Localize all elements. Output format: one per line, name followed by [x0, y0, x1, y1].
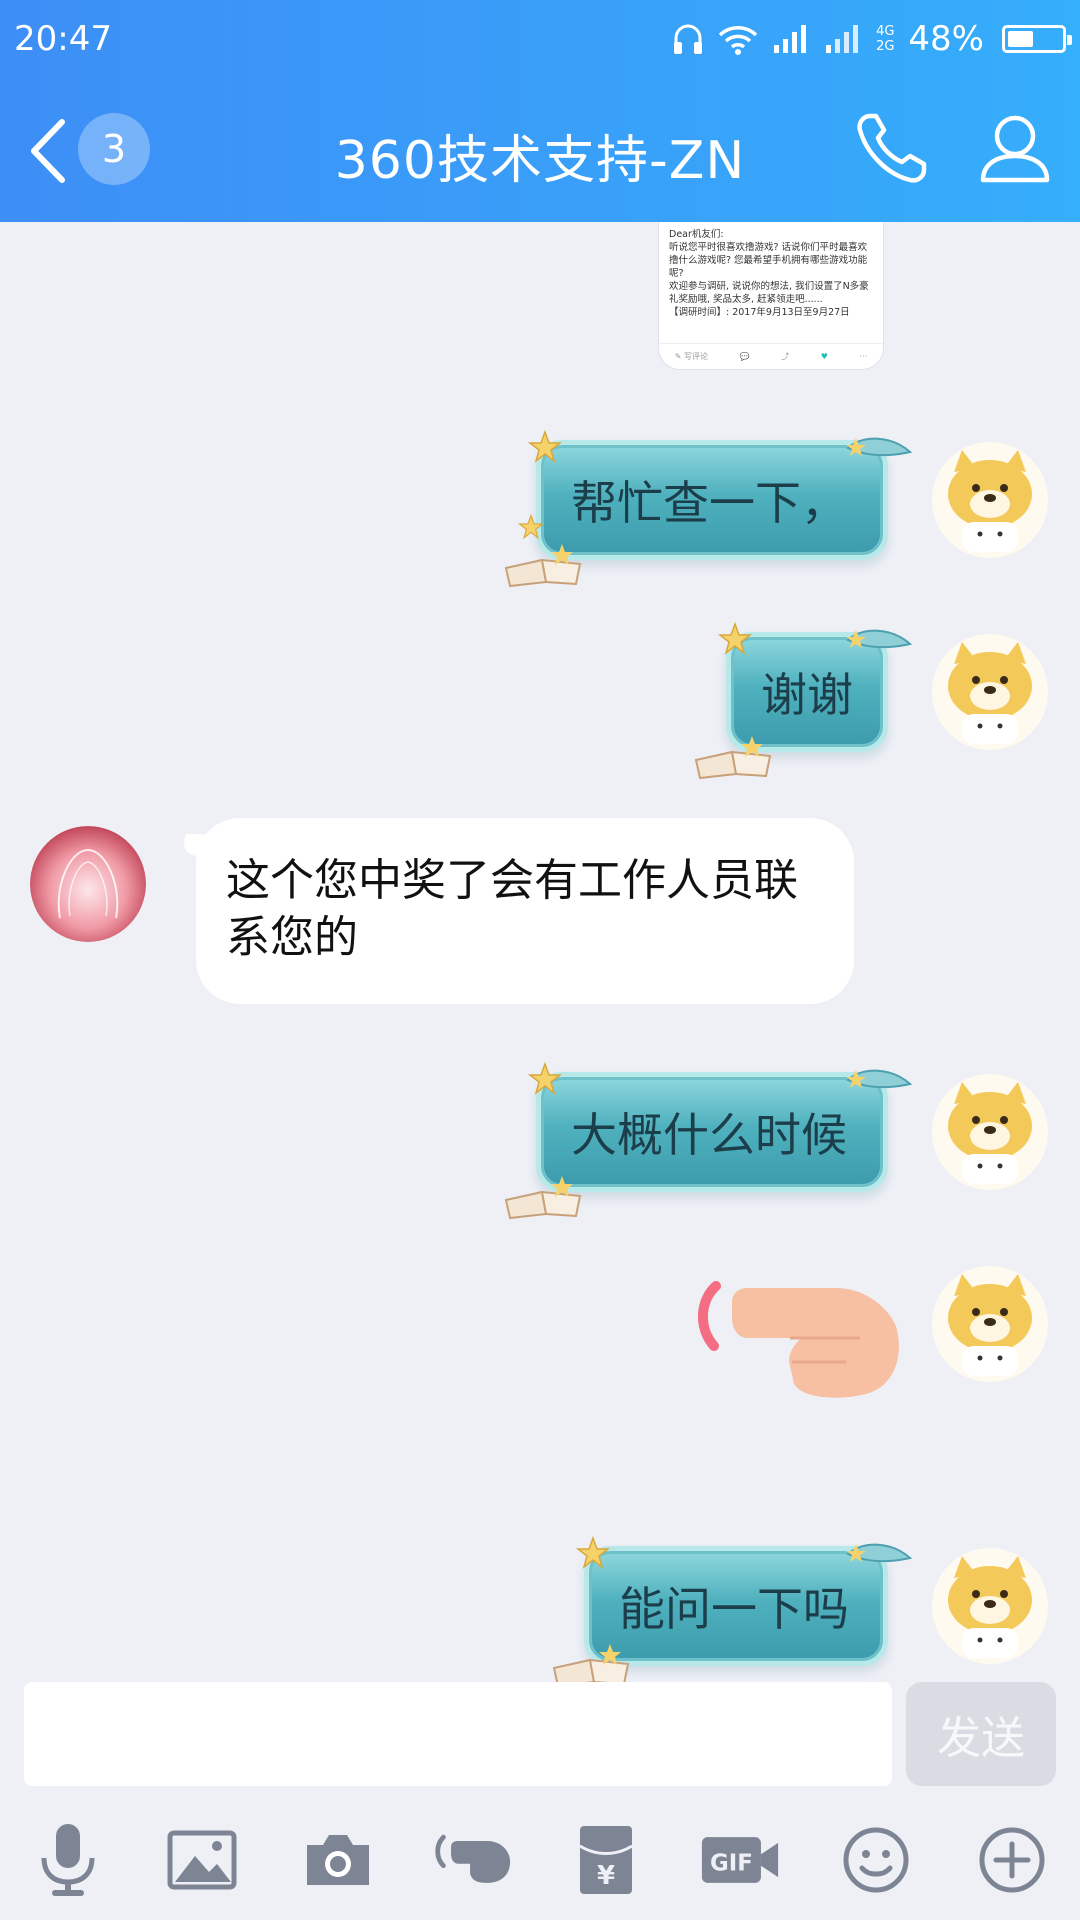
- message-bubble-sent[interactable]: 帮忙查一下，: [536, 440, 888, 560]
- feather-decoration-icon: [846, 1069, 913, 1089]
- nav-bar: 3 360技术支持-ZN: [0, 78, 1080, 222]
- poke-button[interactable]: [432, 1820, 512, 1900]
- camera-button[interactable]: [298, 1820, 378, 1900]
- image-button[interactable]: [162, 1820, 242, 1900]
- call-button[interactable]: [852, 108, 932, 188]
- signal-icon-secondary: [824, 23, 862, 55]
- message-text: 大概什么时候: [571, 1108, 847, 1162]
- my-avatar[interactable]: [932, 634, 1048, 750]
- battery-level: [1008, 31, 1033, 47]
- shared-post-text: Dear机友们: 听说您平时很喜欢撸游戏? 话说你们平时最喜欢撸什么游戏呢? 您…: [669, 229, 869, 318]
- book-decoration-icon: [504, 1176, 582, 1220]
- red-packet-button[interactable]: ¥: [566, 1820, 646, 1900]
- poke-sticker[interactable]: [686, 1276, 906, 1406]
- my-avatar[interactable]: [932, 1266, 1048, 1382]
- wifi-icon: [718, 23, 758, 55]
- status-time: 20:47: [14, 19, 112, 59]
- emoji-button[interactable]: [836, 1820, 916, 1900]
- message-text: 这个您中奖了会有工作人员联系您的: [226, 855, 798, 963]
- gif-button[interactable]: GIF: [700, 1820, 780, 1900]
- message-text: 谢谢: [761, 668, 853, 722]
- input-toolbar: ¥ GIF: [0, 1800, 1080, 1920]
- gif-icon: GIF: [701, 1837, 779, 1883]
- microphone-icon: [41, 1824, 95, 1896]
- dog-avatar-icon: [932, 1266, 1048, 1382]
- emoji-icon: [843, 1827, 909, 1893]
- gif-label: GIF: [710, 1850, 753, 1876]
- my-avatar[interactable]: [932, 1074, 1048, 1190]
- star-decoration-icon: [528, 1062, 562, 1095]
- poke-icon: [435, 1834, 511, 1883]
- book-decoration-icon: [694, 736, 772, 780]
- contact-avatar-image: [30, 826, 146, 942]
- send-button[interactable]: 发送: [906, 1682, 1056, 1786]
- pointing-hand-icon: [697, 1281, 899, 1398]
- status-icons: 4G 2G 48%: [672, 19, 1072, 59]
- dog-avatar-icon: [932, 634, 1048, 750]
- dog-avatar-icon: [932, 1548, 1048, 1664]
- status-bar: 20:47 4G 2G 48%: [0, 0, 1080, 78]
- profile-button[interactable]: [975, 108, 1055, 188]
- dog-avatar-icon: [932, 1074, 1048, 1190]
- message-text: 帮忙查一下，: [571, 476, 847, 530]
- share-icon[interactable]: ⤴: [781, 351, 789, 362]
- message-list[interactable]: Dear机友们: 听说您平时很喜欢撸游戏? 话说你们平时最喜欢撸什么游戏呢? 您…: [0, 222, 1080, 1682]
- composer: 发送: [0, 1682, 1080, 1790]
- book-decoration-icon: [504, 544, 582, 588]
- message-bubble-sent[interactable]: 大概什么时候: [536, 1072, 888, 1192]
- star-decoration-icon: [576, 1536, 610, 1569]
- plus-icon: [979, 1827, 1045, 1893]
- battery-percent: 48%: [908, 19, 984, 59]
- chat-header: 20:47 4G 2G 48% 3 360技术支持-ZN: [0, 0, 1080, 222]
- feather-decoration-icon: [846, 437, 913, 457]
- reply-icon[interactable]: 💬: [740, 352, 750, 361]
- message-text: 能问一下吗: [619, 1582, 849, 1636]
- network-type: 4G 2G: [876, 24, 895, 54]
- voice-button[interactable]: [28, 1820, 108, 1900]
- yen-symbol: ¥: [597, 1861, 615, 1891]
- message-input[interactable]: [24, 1682, 892, 1786]
- red-packet-icon: ¥: [579, 1826, 633, 1894]
- my-avatar[interactable]: [932, 442, 1048, 558]
- shared-post-actions: ✎ 写评论 💬 ⤴ ♥ ···: [659, 343, 883, 369]
- feather-decoration-icon: [846, 1543, 913, 1563]
- contact-avatar[interactable]: [30, 826, 146, 942]
- image-icon: [167, 1830, 237, 1890]
- more-button[interactable]: [972, 1820, 1052, 1900]
- comment-action[interactable]: ✎ 写评论: [675, 351, 708, 362]
- message-bubble-received[interactable]: 这个您中奖了会有工作人员联系您的: [196, 818, 854, 1004]
- phone-icon: [857, 113, 927, 183]
- profile-icon: [980, 115, 1050, 183]
- star-decoration-icon: [718, 622, 752, 655]
- star-decoration-icon: [518, 514, 544, 540]
- more-icon[interactable]: ···: [860, 352, 868, 361]
- book-decoration-icon: [552, 1644, 630, 1682]
- headphones-icon: [672, 22, 704, 56]
- feather-decoration-icon: [846, 629, 913, 649]
- battery-icon: [1002, 25, 1072, 53]
- star-decoration-icon: [528, 430, 562, 463]
- dog-avatar-icon: [932, 442, 1048, 558]
- like-icon[interactable]: ♥: [821, 352, 828, 361]
- signal-icon: [772, 23, 810, 55]
- camera-icon: [307, 1835, 369, 1885]
- my-avatar[interactable]: [932, 1548, 1048, 1664]
- shared-post-card[interactable]: Dear机友们: 听说您平时很喜欢撸游戏? 话说你们平时最喜欢撸什么游戏呢? 您…: [658, 222, 884, 370]
